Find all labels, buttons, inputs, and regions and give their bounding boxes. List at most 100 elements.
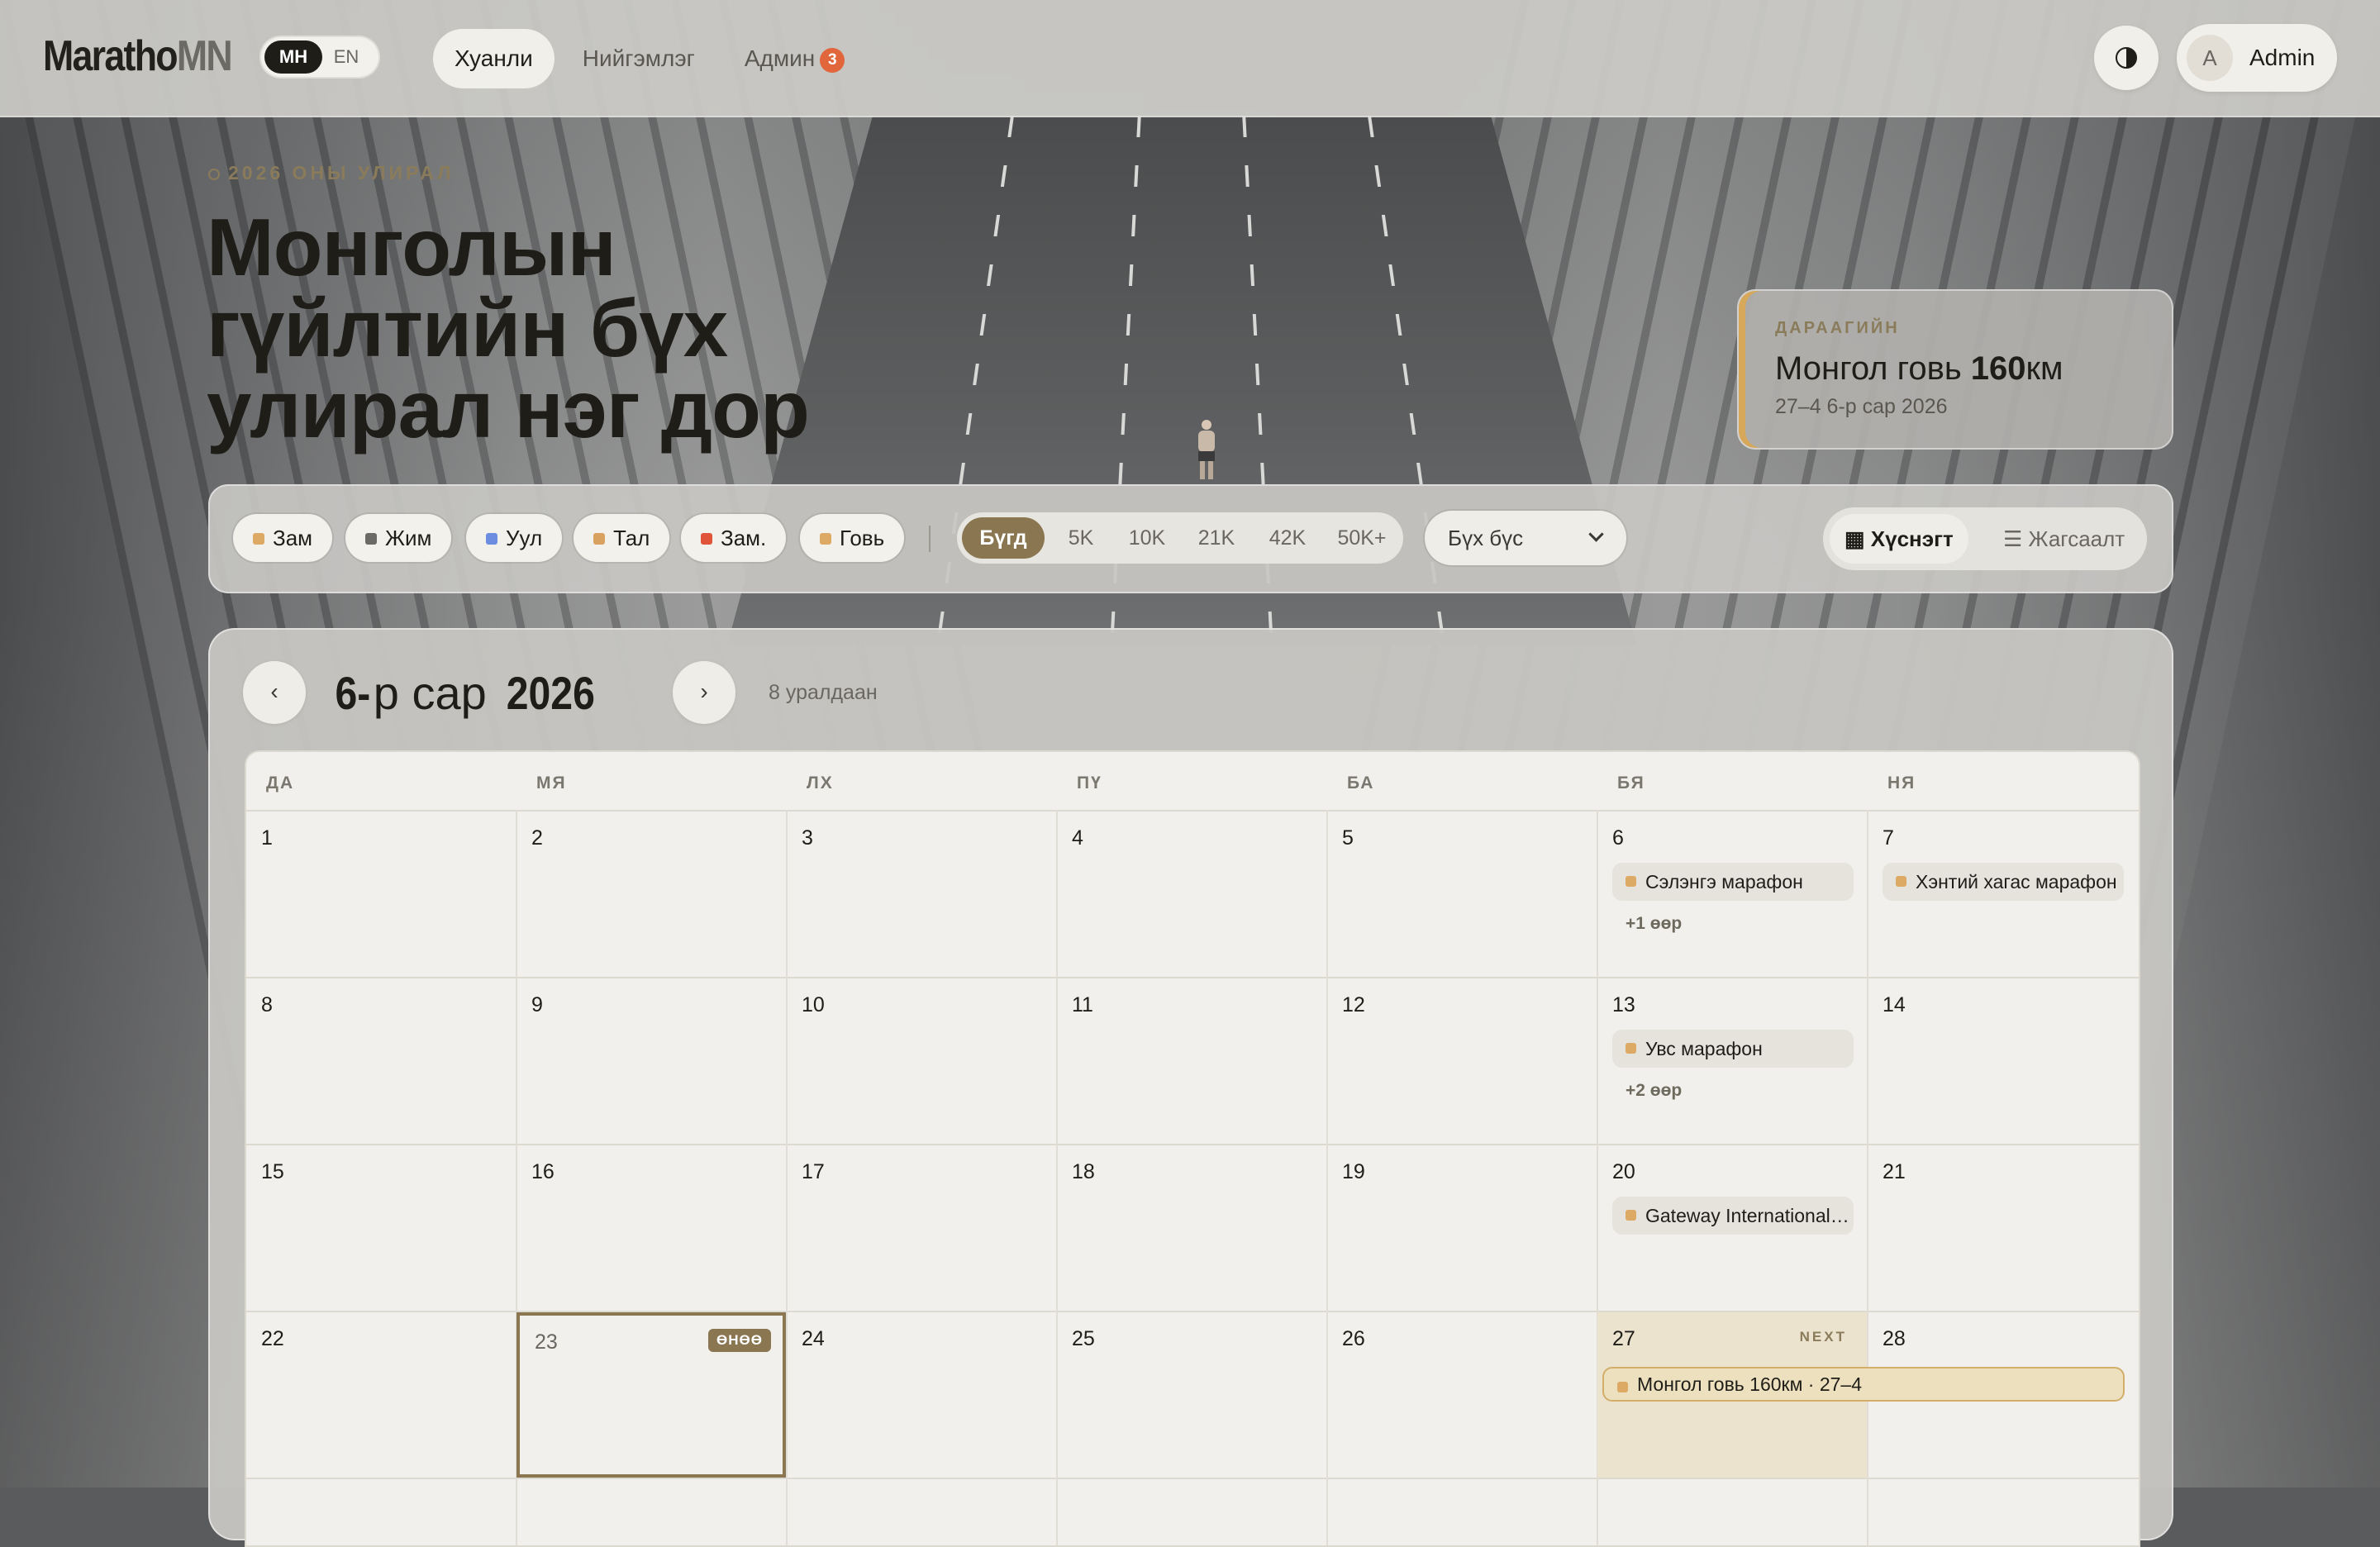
admin-notification-badge: 3 bbox=[820, 47, 845, 73]
swatch-icon bbox=[486, 533, 497, 545]
top-navigation: MarathoMN МН EN Хуанли Нийгэмлэг Админ 3 … bbox=[0, 0, 2380, 117]
category-chip-road[interactable]: Зам bbox=[233, 514, 333, 562]
nav-community-link[interactable]: Нийгэмлэг bbox=[561, 29, 716, 88]
next-race-card[interactable]: ДАРААГИЙН Монгол говь 160км 27–4 6-р сар… bbox=[1737, 289, 2173, 450]
day-cell[interactable]: 11 bbox=[1057, 978, 1326, 1144]
contrast-icon bbox=[2116, 47, 2137, 69]
day-cell[interactable]: 21 bbox=[1868, 1145, 2137, 1311]
day-cell[interactable]: 18 bbox=[1057, 1145, 1326, 1311]
swatch-icon bbox=[365, 533, 377, 545]
day-cell[interactable]: 20 Gateway International Marathon bbox=[1597, 1145, 1867, 1311]
weekday-header: НЯ bbox=[1887, 774, 1916, 793]
swatch-icon bbox=[1626, 1210, 1636, 1221]
swatch-icon bbox=[1617, 1382, 1628, 1392]
day-cell[interactable]: 17 bbox=[787, 1145, 1056, 1311]
category-chip-trail[interactable]: Жим bbox=[345, 514, 452, 562]
distance-21k[interactable]: 21K bbox=[1185, 517, 1248, 559]
view-toggle: ▦ Хүснэгт ☰ Жагсаалт bbox=[1823, 507, 2147, 570]
next-race-title: Монгол говь 160км bbox=[1775, 350, 2063, 387]
multi-day-event-bar[interactable]: Монгол говь 160км · 27–4 bbox=[1602, 1367, 2125, 1402]
region-select[interactable]: Бүх бүс bbox=[1425, 511, 1626, 565]
calendar-grid: ДА МЯ ЛХ ПҮ БА БЯ НЯ 1 2 3 4 5 6 Сэлэнгэ… bbox=[245, 750, 2140, 1547]
day-cell[interactable]: 12 bbox=[1327, 978, 1597, 1144]
event-pill[interactable]: Увс марафон bbox=[1612, 1030, 1854, 1068]
more-events-link[interactable]: +2 өөр bbox=[1626, 1081, 1682, 1101]
distance-50k-plus[interactable]: 50K+ bbox=[1327, 517, 1397, 559]
weekday-header: ПҮ bbox=[1077, 774, 1102, 793]
day-cell[interactable]: 16 bbox=[516, 1145, 786, 1311]
race-count: 8 уралдаан bbox=[769, 681, 878, 704]
more-events-link[interactable]: +1 өөр bbox=[1626, 914, 1682, 934]
day-cell[interactable]: 1 bbox=[246, 812, 516, 977]
main-nav-links: Хуанли Нийгэмлэг Админ 3 bbox=[433, 29, 873, 88]
today-badge: ӨНӨӨ bbox=[708, 1329, 771, 1352]
next-race-tag: NEXT bbox=[1799, 1329, 1847, 1345]
next-month-button[interactable]: › bbox=[673, 661, 735, 724]
lang-en-option[interactable]: EN bbox=[317, 40, 375, 74]
distance-10k[interactable]: 10K bbox=[1116, 517, 1178, 559]
swatch-icon bbox=[593, 533, 605, 545]
event-pill[interactable]: Gateway International Marathon bbox=[1612, 1197, 1854, 1235]
swatch-icon bbox=[253, 533, 264, 545]
view-list-button[interactable]: ☰ Жагсаалт bbox=[1988, 514, 2140, 564]
swatch-icon bbox=[1626, 1043, 1636, 1054]
swatch-icon bbox=[701, 533, 712, 545]
theme-toggle-button[interactable] bbox=[2094, 26, 2159, 90]
weekday-header: ЛХ bbox=[807, 774, 834, 793]
swatch-icon bbox=[1896, 876, 1906, 887]
day-cell[interactable]: 19 bbox=[1327, 1145, 1597, 1311]
day-cell-today[interactable]: 23 ӨНӨӨ bbox=[516, 1312, 786, 1478]
day-cell[interactable]: 10 bbox=[787, 978, 1056, 1144]
filter-divider bbox=[929, 526, 931, 552]
lang-mn-option[interactable]: МН bbox=[264, 40, 322, 74]
distance-5k[interactable]: 5K bbox=[1054, 517, 1107, 559]
user-menu-button[interactable]: A Admin bbox=[2177, 24, 2337, 92]
chevron-down-icon bbox=[1588, 526, 1604, 542]
swatch-icon bbox=[1626, 876, 1636, 887]
app-logo[interactable]: MarathoMN bbox=[43, 31, 233, 81]
category-chip-steppe[interactable]: Тал bbox=[574, 514, 670, 562]
next-race-label: ДАРААГИЙН bbox=[1775, 319, 1900, 337]
day-cell[interactable]: 24 bbox=[787, 1312, 1056, 1478]
category-chip-mountain[interactable]: Уул bbox=[466, 514, 563, 562]
filter-bar: Зам Жим Уул Тал Зам. Говь Бүгд 5K 10K 21… bbox=[208, 484, 2173, 593]
view-calendar-button[interactable]: ▦ Хүснэгт bbox=[1830, 514, 1968, 564]
weekday-header: БА bbox=[1347, 774, 1375, 793]
distance-segmented-control: Бүгд 5K 10K 21K 42K 50K+ bbox=[957, 512, 1403, 564]
page-title: Монголын гүйлтийн бүх улирал нэг дор bbox=[207, 202, 810, 455]
season-kicker: 2026 ОНЫ УЛИРАЛ bbox=[208, 162, 454, 184]
day-cell[interactable]: 22 bbox=[246, 1312, 516, 1478]
day-cell[interactable]: 2 bbox=[516, 812, 786, 977]
weekday-header: ДА bbox=[266, 774, 295, 793]
nav-calendar-link[interactable]: Хуанли bbox=[433, 29, 555, 88]
event-pill[interactable]: Хэнтий хагас марафон bbox=[1883, 863, 2124, 901]
nav-admin-link[interactable]: Админ 3 bbox=[723, 29, 866, 88]
weekday-header: БЯ bbox=[1617, 774, 1645, 793]
day-cell[interactable]: 26 bbox=[1327, 1312, 1597, 1478]
day-cell[interactable]: 6 Сэлэнгэ марафон +1 өөр bbox=[1597, 812, 1867, 977]
circle-icon bbox=[208, 168, 220, 180]
category-chip-road-alt[interactable]: Зам. bbox=[681, 514, 787, 562]
day-cell[interactable]: 7 Хэнтий хагас марафон bbox=[1868, 812, 2137, 977]
language-toggle[interactable]: МН EN bbox=[259, 36, 380, 79]
prev-month-button[interactable]: ‹ bbox=[243, 661, 306, 724]
day-cell[interactable]: 25 bbox=[1057, 1312, 1326, 1478]
user-name: Admin bbox=[2249, 45, 2316, 70]
next-race-date: 27–4 6-р сар 2026 bbox=[1775, 395, 1948, 418]
day-cell[interactable]: 4 bbox=[1057, 812, 1326, 977]
day-cell[interactable]: 5 bbox=[1327, 812, 1597, 977]
day-cell[interactable]: 14 bbox=[1868, 978, 2137, 1144]
day-cell[interactable]: 15 bbox=[246, 1145, 516, 1311]
day-cell[interactable]: 3 bbox=[787, 812, 1056, 977]
weekday-header: МЯ bbox=[536, 774, 567, 793]
day-cell[interactable]: 13 Увс марафон +2 өөр bbox=[1597, 978, 1867, 1144]
avatar: A bbox=[2187, 35, 2233, 81]
runner-figure bbox=[1195, 420, 1218, 481]
day-cell[interactable]: 9 bbox=[516, 978, 786, 1144]
category-chip-gobi[interactable]: Говь bbox=[800, 514, 905, 562]
distance-42k[interactable]: 42K bbox=[1256, 517, 1319, 559]
distance-all[interactable]: Бүгд bbox=[962, 517, 1045, 559]
event-pill[interactable]: Сэлэнгэ марафон bbox=[1612, 863, 1854, 901]
day-cell[interactable]: 8 bbox=[246, 978, 516, 1144]
calendar-month-title: 6-р сар 2026 bbox=[335, 667, 596, 719]
